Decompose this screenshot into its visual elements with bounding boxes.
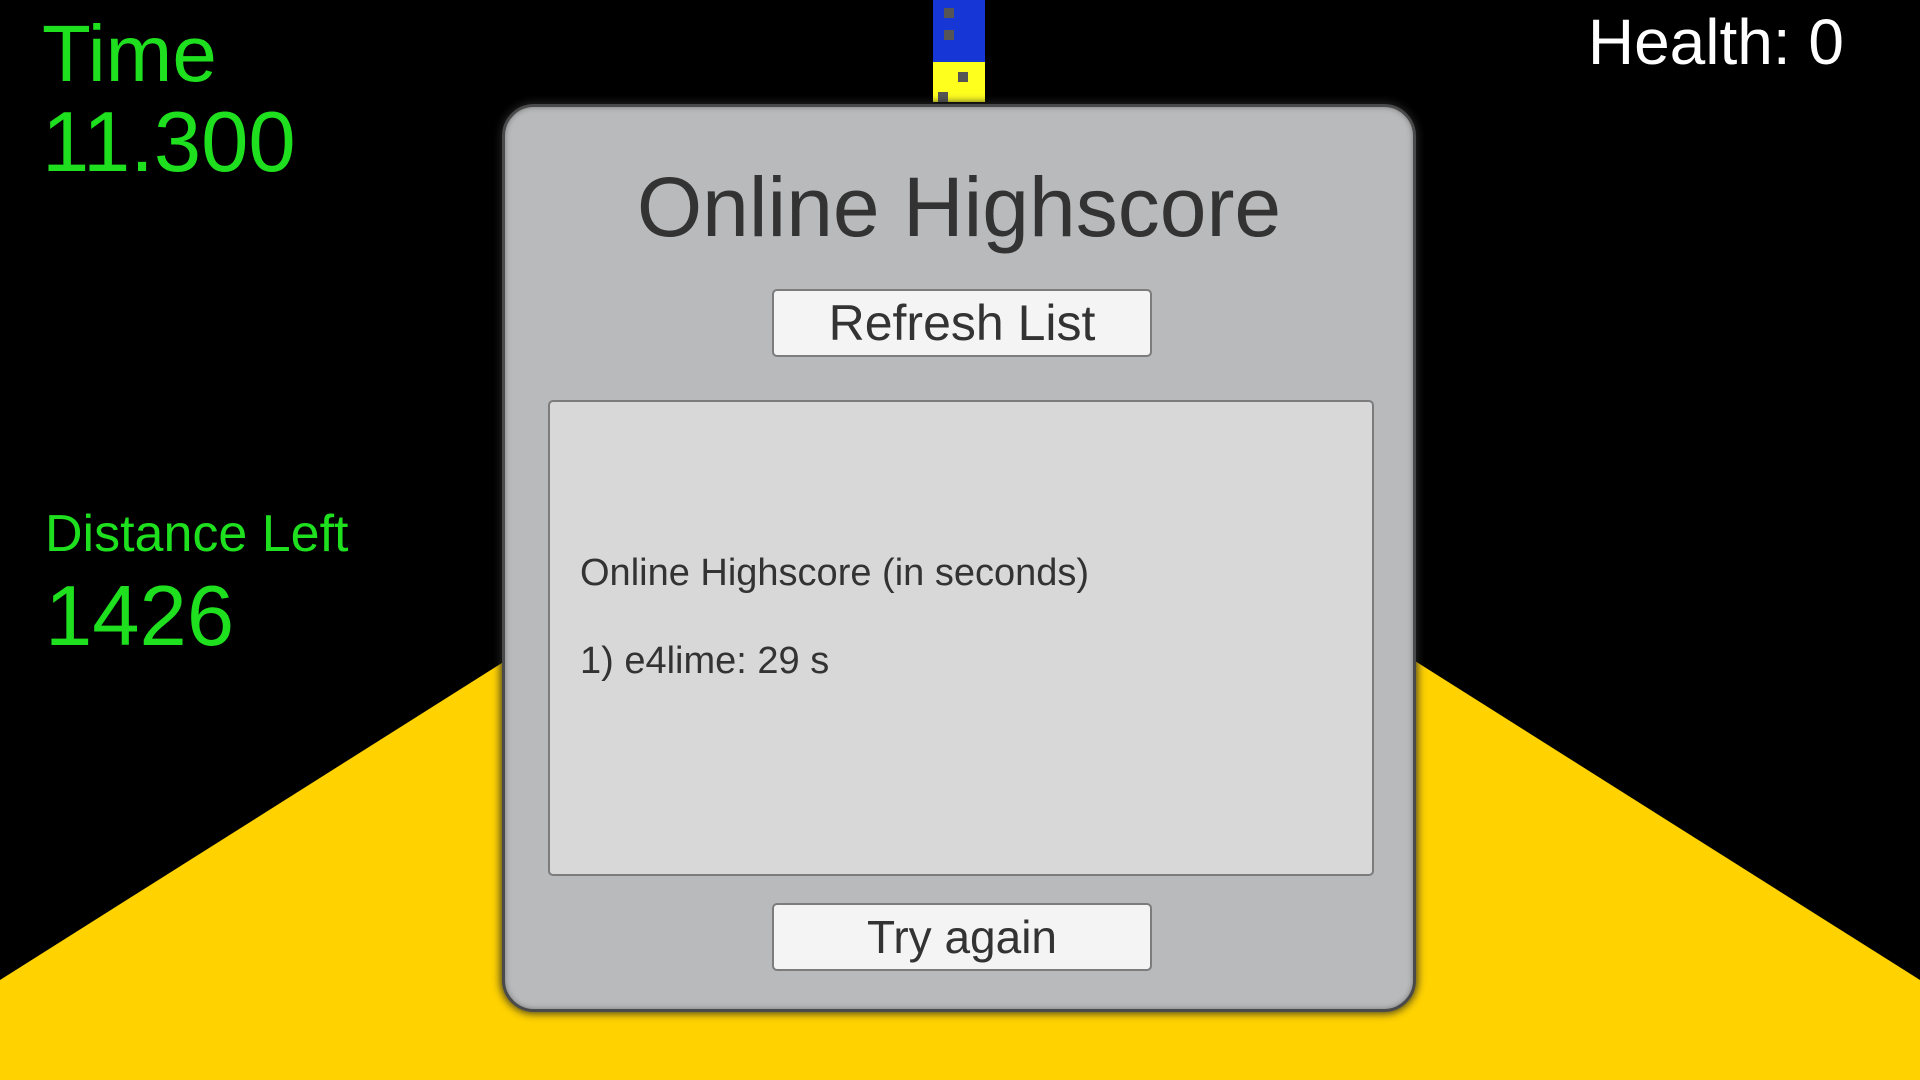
refresh-list-button[interactable]: Refresh List xyxy=(772,289,1152,357)
highscore-list-panel[interactable]: Online Highscore (in seconds) 1) e4lime:… xyxy=(548,400,1374,876)
marker-dot xyxy=(958,72,968,82)
highscore-dialog: Online Highscore Refresh List Online Hig… xyxy=(502,104,1416,1012)
health-display: Health: 0 xyxy=(1587,6,1844,78)
time-label: Time xyxy=(42,9,217,98)
dialog-title: Online Highscore xyxy=(636,160,1282,254)
marker-dot xyxy=(938,92,948,102)
game-scene: Time 11.300 Distance Left 1426 Health: 0… xyxy=(0,0,1920,1080)
distance-left-label: Distance Left xyxy=(45,505,349,563)
marker-dot xyxy=(944,30,954,40)
distance-left-value: 1426 xyxy=(45,569,235,664)
marker-blue-segment xyxy=(933,0,985,62)
distant-marker xyxy=(933,0,985,102)
marker-dot xyxy=(944,8,954,18)
try-again-button[interactable]: Try again xyxy=(772,903,1152,971)
highscore-entry: 1) e4lime: 29 s xyxy=(580,640,830,682)
time-value: 11.300 xyxy=(42,95,296,190)
highscore-list-heading: Online Highscore (in seconds) xyxy=(580,552,1090,594)
